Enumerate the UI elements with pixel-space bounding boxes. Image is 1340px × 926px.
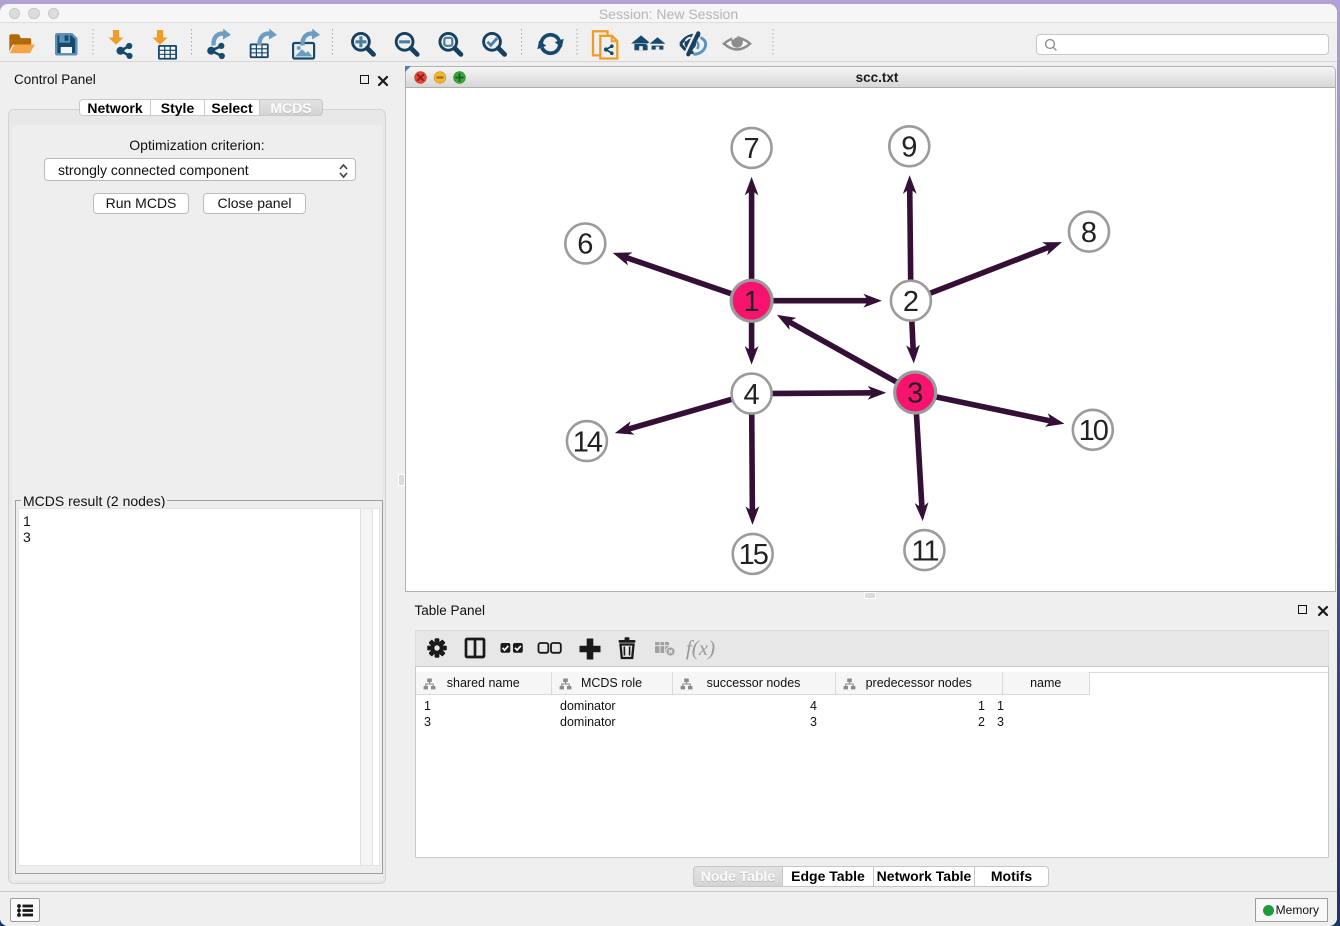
svg-text:11: 11 xyxy=(911,535,938,567)
svg-text:7: 7 xyxy=(743,133,759,165)
svg-text:1: 1 xyxy=(743,286,759,318)
svg-text:2: 2 xyxy=(902,286,918,318)
svg-text:10: 10 xyxy=(1078,415,1107,447)
svg-text:6: 6 xyxy=(577,228,593,260)
svg-text:4: 4 xyxy=(743,378,759,410)
svg-text:f(x): f(x) xyxy=(686,636,715,660)
svg-text:8: 8 xyxy=(1080,216,1096,248)
svg-text:3: 3 xyxy=(907,377,923,409)
svg-text:14: 14 xyxy=(572,426,602,458)
svg-text:15: 15 xyxy=(738,539,767,571)
svg-text:9: 9 xyxy=(901,131,917,163)
